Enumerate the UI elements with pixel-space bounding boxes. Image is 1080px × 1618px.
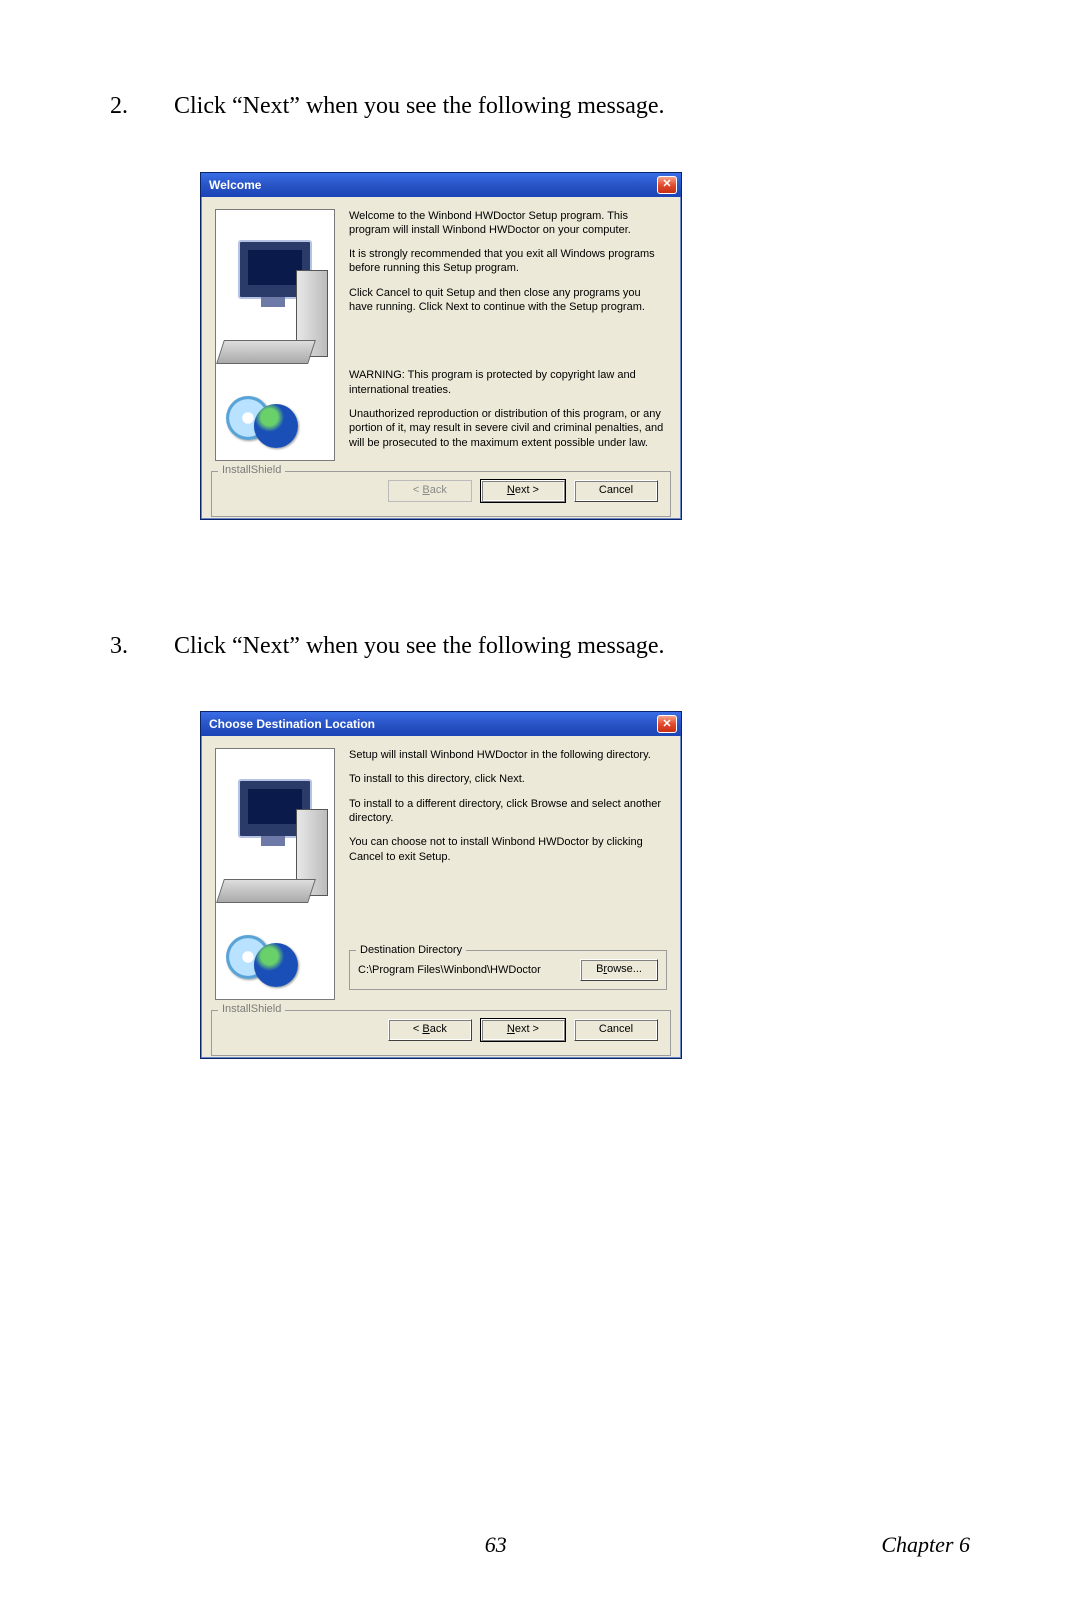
page-footer: 63 Chapter 6 <box>0 1532 1080 1558</box>
destination-directory-group: Destination Directory C:\Program Files\W… <box>349 950 667 990</box>
paragraph: To install to a different directory, cli… <box>349 797 667 826</box>
destination-legend: Destination Directory <box>356 943 466 957</box>
paragraph: It is strongly recommended that you exit… <box>349 247 667 276</box>
paragraph: Welcome to the Winbond HWDoctor Setup pr… <box>349 209 667 238</box>
cancel-button[interactable]: Cancel <box>574 1019 658 1041</box>
instruction-step: 3. Click “Next” when you see the followi… <box>110 630 970 664</box>
installshield-group: InstallShield < Back Next > Cancel <box>211 471 671 517</box>
step-text: Click “Next” when you see the following … <box>174 630 970 664</box>
next-button[interactable]: Next > <box>481 480 565 502</box>
next-button[interactable]: Next > <box>481 1019 565 1041</box>
destination-path: C:\Program Files\Winbond\HWDoctor <box>358 963 541 977</box>
dialog-body-text: Welcome to the Winbond HWDoctor Setup pr… <box>349 209 667 461</box>
close-icon: ✕ <box>662 179 671 190</box>
step-number: 2. <box>110 90 174 124</box>
dialog-title: Choose Destination Location <box>209 717 375 731</box>
paragraph: You can choose not to install Winbond HW… <box>349 835 667 864</box>
dialog-title: Welcome <box>209 178 261 192</box>
back-button[interactable]: < Back <box>388 1019 472 1041</box>
titlebar: Choose Destination Location ✕ <box>201 712 681 736</box>
paragraph: WARNING: This program is protected by co… <box>349 368 667 397</box>
paragraph: Setup will install Winbond HWDoctor in t… <box>349 748 667 762</box>
step-text: Click “Next” when you see the following … <box>174 90 970 124</box>
dialog-body-text: Setup will install Winbond HWDoctor in t… <box>349 748 667 1000</box>
group-legend: InstallShield <box>218 464 285 476</box>
titlebar: Welcome ✕ <box>201 173 681 197</box>
close-icon: ✕ <box>662 719 671 730</box>
destination-dialog: Choose Destination Location ✕ Setup will… <box>200 711 682 1059</box>
paragraph: Click Cancel to quit Setup and then clos… <box>349 286 667 315</box>
close-button[interactable]: ✕ <box>657 715 677 733</box>
group-legend: InstallShield <box>218 1003 285 1015</box>
instruction-step: 2. Click “Next” when you see the followi… <box>110 90 970 124</box>
paragraph: Unauthorized reproduction or distributio… <box>349 407 667 450</box>
wizard-illustration <box>215 748 335 1000</box>
cancel-button[interactable]: Cancel <box>574 480 658 502</box>
welcome-dialog: Welcome ✕ Welcome to the Winbond HWDocto… <box>200 172 682 520</box>
close-button[interactable]: ✕ <box>657 176 677 194</box>
installshield-group: InstallShield < Back Next > Cancel <box>211 1010 671 1056</box>
page-number: 63 <box>485 1532 507 1558</box>
chapter-label: Chapter 6 <box>881 1532 970 1558</box>
paragraph: To install to this directory, click Next… <box>349 772 667 786</box>
back-button: < Back <box>388 480 472 502</box>
browse-button[interactable]: Browse... <box>580 959 658 981</box>
wizard-illustration <box>215 209 335 461</box>
step-number: 3. <box>110 630 174 664</box>
